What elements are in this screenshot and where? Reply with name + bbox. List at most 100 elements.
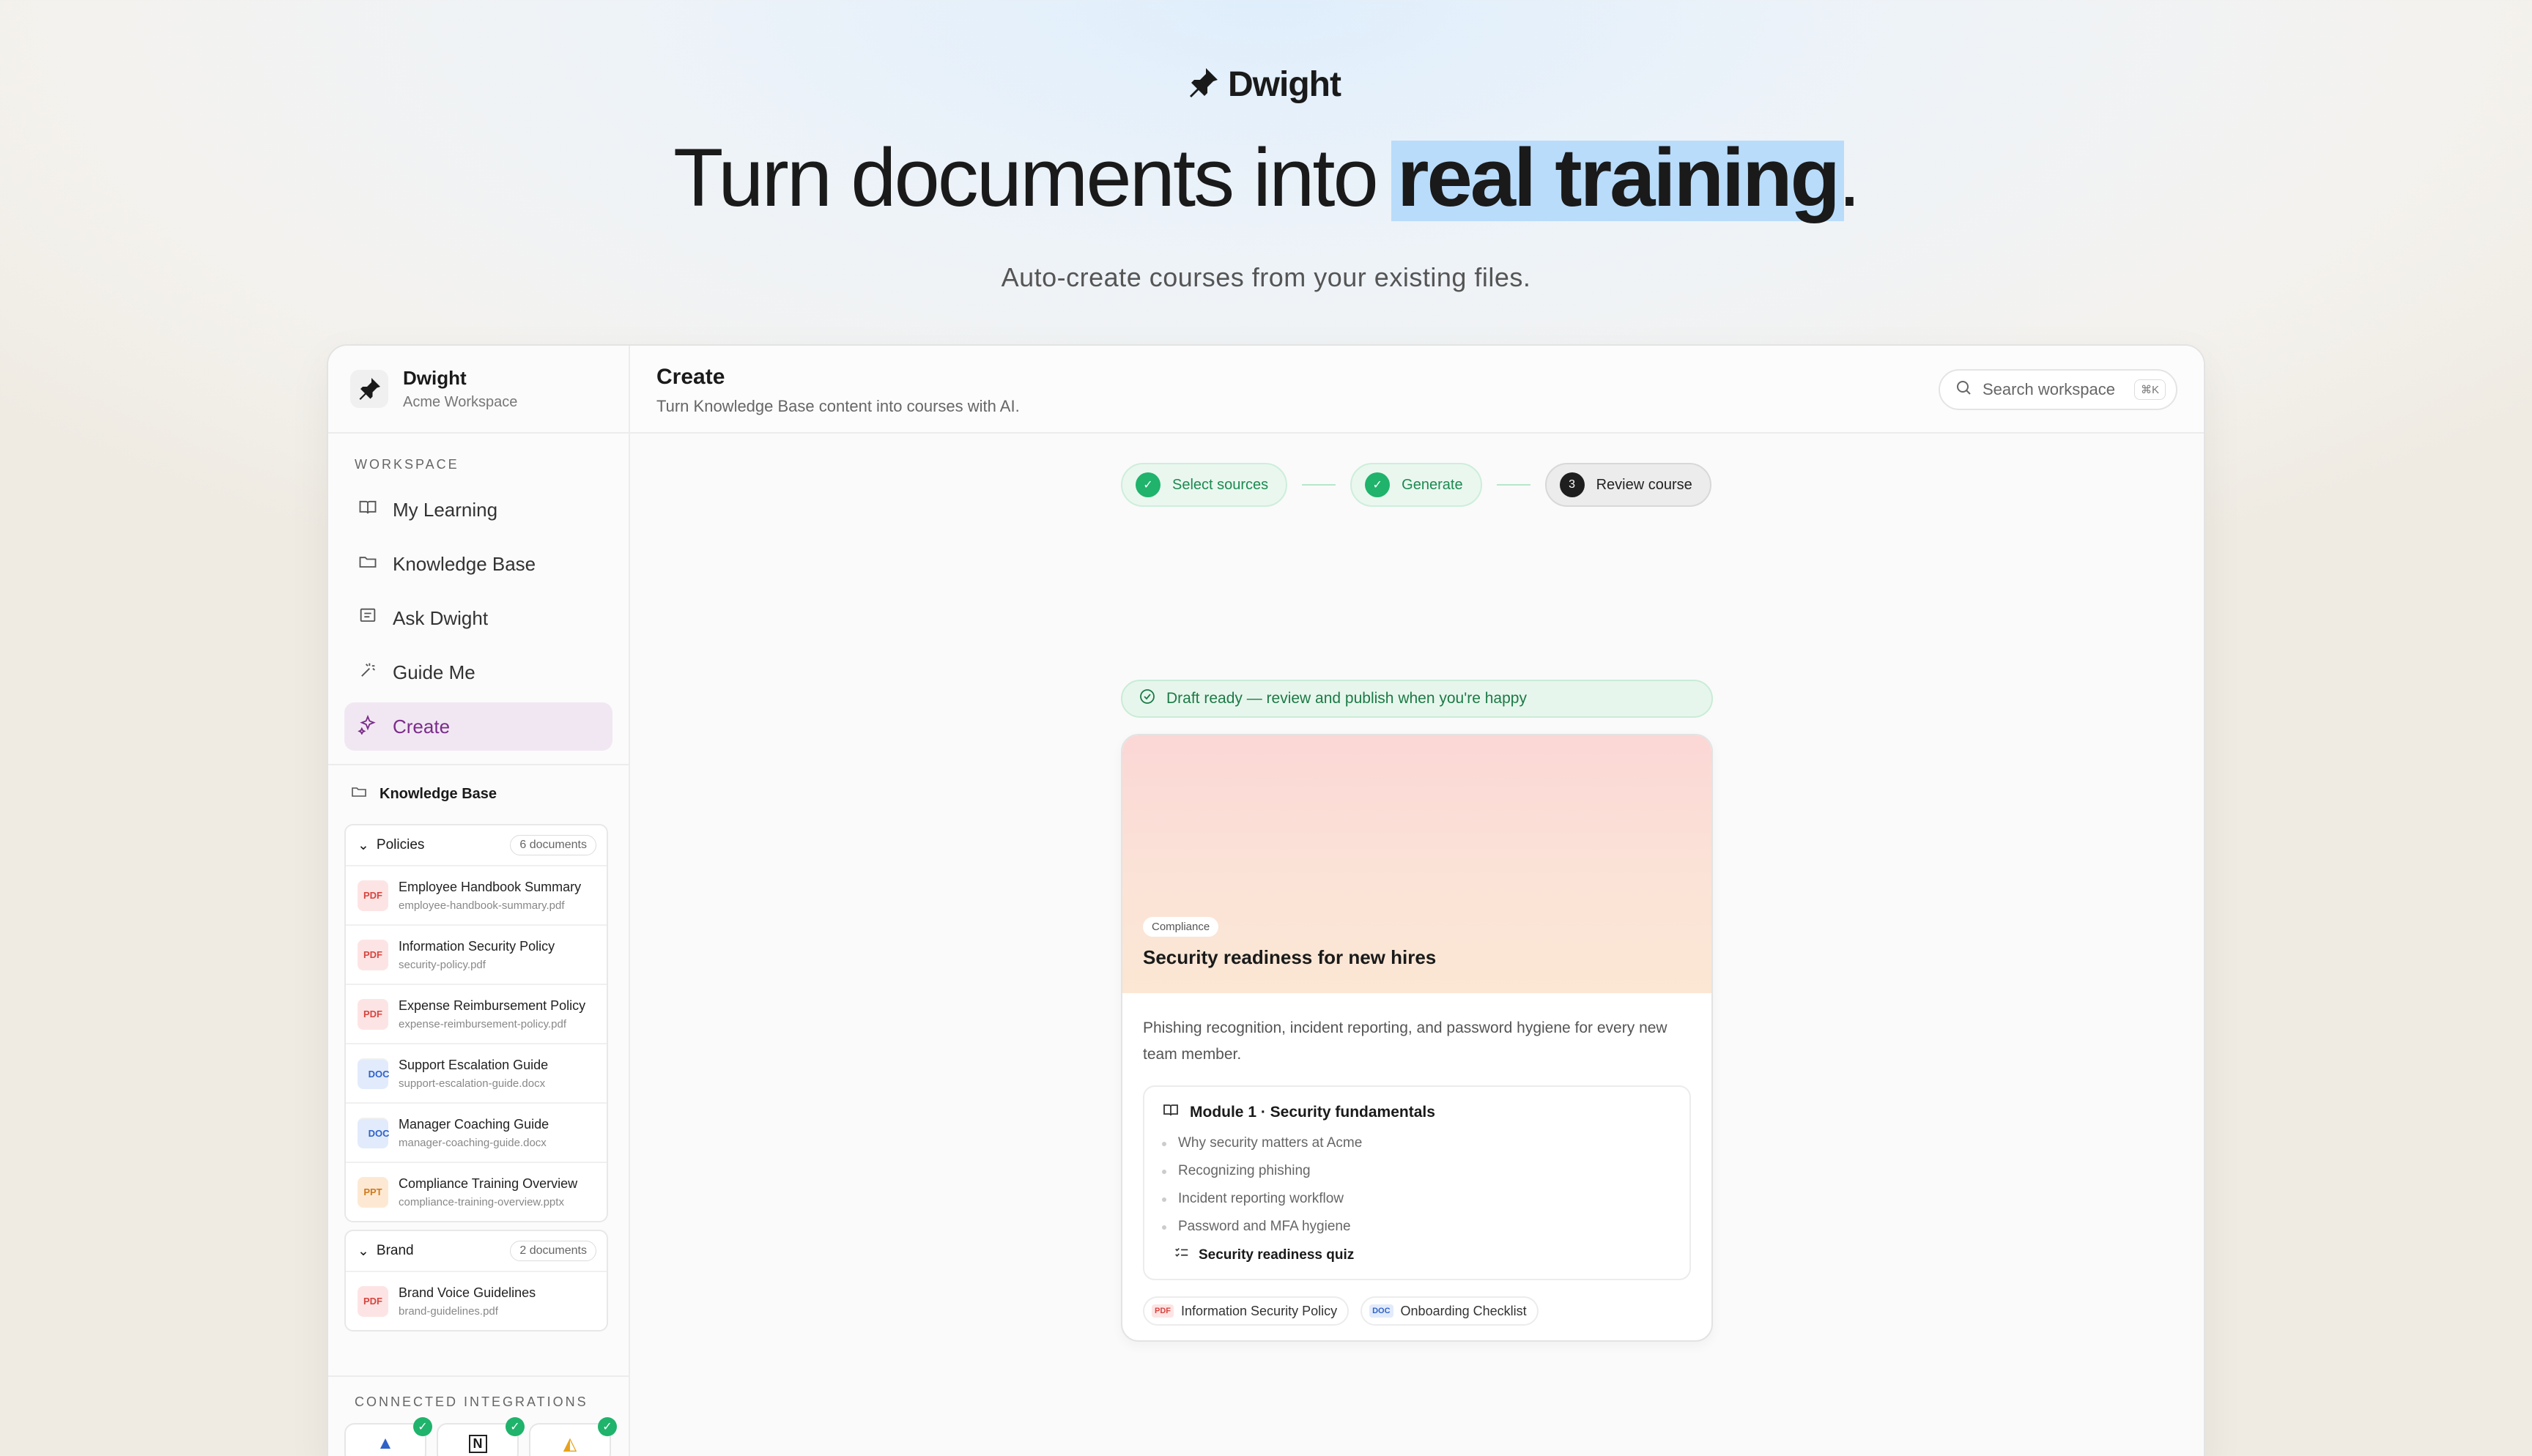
document-filename: security-policy.pdf (399, 958, 486, 971)
course-card[interactable]: Compliance Security readiness for new hi… (1121, 734, 1713, 1342)
source-chip[interactable]: DOC Onboarding Checklist (1361, 1296, 1539, 1326)
lesson-item: Incident reporting workflow (1162, 1191, 1672, 1207)
pdf-icon: PDF (358, 998, 388, 1030)
document-title: Information Security Policy (399, 938, 555, 954)
lesson-item: Recognizing phishing (1162, 1163, 1672, 1179)
main-content: Create Turn Knowledge Base content into … (630, 346, 2204, 1456)
quiz-item: Security readiness quiz (1162, 1245, 1672, 1266)
document-filename: brand-guidelines.pdf (399, 1304, 498, 1318)
folder-icon (350, 783, 368, 805)
sparkle-icon (358, 714, 378, 740)
document-item[interactable]: PPT Compliance Training Overview complianc… (346, 1162, 607, 1221)
google-drive-icon[interactable]: ◭ ✓ (529, 1417, 617, 1456)
workspace-subtitle: Acme Workspace (403, 394, 518, 410)
pdf-icon: PDF (358, 939, 388, 970)
headline-text: Turn documents into (673, 132, 1397, 223)
brand-logo: Dwight (1185, 64, 1341, 105)
workspace-switcher[interactable]: Dwight Acme Workspace (328, 346, 629, 434)
folder-brand: ⌄ Brand 2 documents PDF Brand Voice Guide… (344, 1230, 608, 1331)
doc-icon: DOC (358, 1117, 389, 1148)
step-label: Review course (1596, 476, 1692, 493)
step-generate[interactable]: ✓ Generate (1350, 463, 1482, 507)
page-header: Create Turn Knowledge Base content into … (630, 346, 2204, 434)
document-title: Support Escalation Guide (399, 1057, 549, 1072)
sidebar-item-create[interactable]: Create (344, 702, 612, 751)
folder-header[interactable]: ⌄ Policies 6 documents (346, 825, 607, 865)
step-label: Select sources (1172, 476, 1269, 493)
course-cover: Compliance Security readiness for new hi… (1122, 735, 1711, 993)
document-item[interactable]: PDF Brand Voice Guidelines brand-guideline… (346, 1271, 607, 1330)
step-connector (1302, 484, 1336, 486)
module-header: Module 1 · Security fundamentals (1162, 1102, 1672, 1123)
workspace-logo (350, 370, 388, 408)
notion-icon[interactable]: N ✓ (437, 1417, 525, 1456)
course-tag: Compliance (1143, 917, 1219, 937)
sidebar-item-guide-me[interactable]: Guide Me (344, 648, 612, 697)
source-chip[interactable]: PDF Information Security Policy (1143, 1296, 1350, 1326)
checklist-icon (1174, 1245, 1190, 1266)
course-description: Phishing recognition, incident reporting… (1143, 1019, 1667, 1063)
wand-icon (358, 660, 378, 686)
folder-policies: ⌄ Policies 6 documents PDF Employee Handb… (344, 824, 608, 1222)
document-title: Compliance Training Overview (399, 1175, 578, 1191)
source-label: Information Security Policy (1181, 1303, 1338, 1318)
headline-period: . (1837, 132, 1861, 223)
check-circle-icon (1139, 688, 1156, 710)
document-filename: manager-coaching-guide.docx (399, 1136, 547, 1149)
chat-icon (358, 606, 378, 631)
hero: Dwight Turn documents into real training… (0, 0, 2532, 344)
chevron-down-icon: ⌄ (358, 1243, 369, 1259)
pdf-icon: PDF (358, 1285, 388, 1317)
folder-header[interactable]: ⌄ Brand 2 documents (346, 1231, 607, 1271)
search-icon (1955, 379, 1972, 401)
sidebar-item-knowledge-base[interactable]: Knowledge Base (344, 540, 612, 588)
sidebar-nav: My Learning Knowledge Base Ask Dwight Gu… (328, 472, 629, 751)
sidebar-item-my-learning[interactable]: My Learning (344, 486, 612, 534)
folder-count: 6 documents (510, 835, 596, 855)
document-filename: support-escalation-guide.docx (399, 1077, 546, 1090)
module-title: Module 1 · Security fundamentals (1190, 1104, 1435, 1121)
document-item[interactable]: PDF Information Security Policy security-p… (346, 924, 607, 984)
sidebar-item-label: My Learning (393, 498, 498, 521)
document-item[interactable]: DOC Manager Coaching Guide manager-coachin… (346, 1102, 607, 1162)
step-review-course[interactable]: 3 Review course (1544, 463, 1711, 507)
document-item[interactable]: PDF Employee Handbook Summary employee-han… (346, 865, 607, 924)
book-icon (1162, 1102, 1180, 1123)
document-title: Manager Coaching Guide (399, 1116, 549, 1132)
document-filename: employee-handbook-summary.pdf (399, 899, 565, 912)
folder-icon (358, 551, 378, 577)
quiz-title: Security readiness quiz (1199, 1247, 1355, 1263)
search-input[interactable]: Search workspace ⌘K (1939, 369, 2177, 410)
doc-icon: DOC (1369, 1304, 1393, 1318)
headline: Turn documents into real training. (0, 130, 2532, 226)
search-placeholder: Search workspace (1983, 380, 2115, 398)
step-label: Generate (1402, 476, 1463, 493)
connected-integrations: CONNECTED INTEGRATIONS ▲ ✓ N ✓ ◭ ✓ (328, 1375, 629, 1456)
pushpin-icon (1185, 65, 1221, 104)
knowledge-base-header: Knowledge Base (328, 765, 629, 817)
sidebar-item-label: Create (393, 715, 451, 738)
check-icon: ✓ (1136, 472, 1160, 497)
step-number: 3 (1559, 472, 1585, 497)
banner-text: Draft ready — review and publish when yo… (1166, 690, 1527, 707)
course-title: Security readiness for new hires (1143, 946, 1437, 968)
workspace-section-label: WORKSPACE (355, 457, 459, 472)
document-item[interactable]: PDF Expense Reimbursement Policy expense-r… (346, 984, 607, 1043)
workspace-name: Dwight (403, 367, 467, 389)
pdf-icon: PDF (358, 880, 388, 911)
sidebar-item-label: Knowledge Base (393, 552, 536, 575)
check-icon: ✓ (413, 1417, 432, 1436)
atlassian-icon[interactable]: ▲ ✓ (344, 1417, 432, 1456)
document-filename: compliance-training-overview.pptx (399, 1195, 564, 1208)
check-icon: ✓ (598, 1417, 617, 1436)
step-select-sources[interactable]: ✓ Select sources (1121, 463, 1288, 507)
chevron-down-icon: ⌄ (358, 837, 369, 853)
document-title: Expense Reimbursement Policy (399, 998, 586, 1013)
lesson-item: Why security matters at Acme (1162, 1135, 1672, 1151)
document-item[interactable]: DOC Support Escalation Guide support-escal… (346, 1043, 607, 1102)
sidebar: Dwight Acme Workspace WORKSPACE My Learn… (328, 346, 630, 1456)
book-icon (358, 497, 378, 523)
lesson-item: Password and MFA hygiene (1162, 1219, 1672, 1235)
sidebar-item-ask-dwight[interactable]: Ask Dwight (344, 594, 612, 642)
search-shortcut: ⌘K (2133, 379, 2166, 400)
